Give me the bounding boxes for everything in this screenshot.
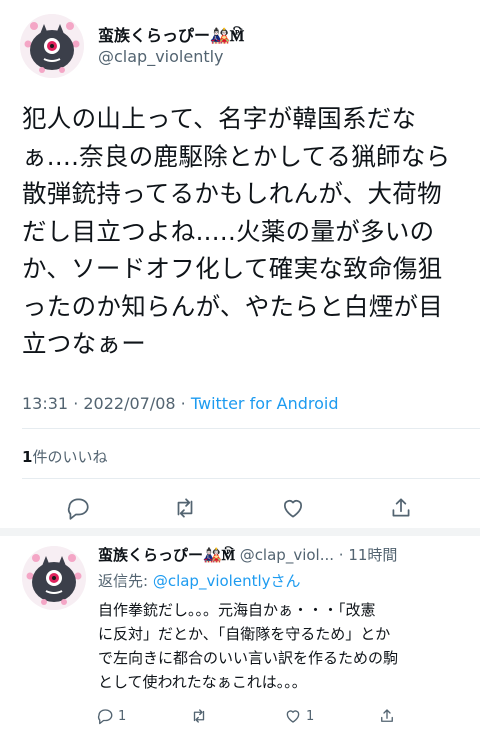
- divider: [22, 478, 480, 479]
- share-button[interactable]: [388, 495, 414, 521]
- share-icon: [392, 498, 410, 517]
- reply-share-button[interactable]: [378, 706, 396, 726]
- retweet-icon: [193, 709, 205, 723]
- reply-header: 蛮族くらっぴー🎎🕅 @clap_viol... · 11時間: [98, 544, 397, 565]
- reply-display-name[interactable]: 蛮族くらっぴー🎎🕅: [98, 546, 235, 564]
- heart-icon: [284, 500, 302, 518]
- reply-button[interactable]: [65, 495, 91, 521]
- reply-text: 自作拳銃だし。。。元海自かぁ・・・「改憲 に反対」だとか、「自衛隊を守るため」と…: [98, 601, 399, 691]
- heart-icon: [286, 710, 300, 723]
- tweet-text: 犯人の山上って、名字が韓国系だな ぁ....奈良の鹿駆除とかしてる猟師なら 散弾…: [22, 104, 451, 358]
- reply-avatar[interactable]: [22, 546, 86, 610]
- reply-icon: [67, 498, 89, 520]
- profile-avatar[interactable]: [20, 14, 84, 78]
- reply-to-suffix: さん: [270, 572, 301, 590]
- meta-separator: ·: [68, 394, 84, 413]
- like-button[interactable]: [280, 495, 306, 521]
- reply-to-handle[interactable]: @clap_violently: [153, 572, 271, 590]
- likes-label: 件のいいね: [32, 448, 108, 466]
- tweet-time[interactable]: 13:31: [22, 394, 68, 413]
- section-separator: [0, 528, 480, 536]
- reply-retweet-button[interactable]: [190, 706, 208, 726]
- retweet-icon: [177, 498, 193, 518]
- meta-separator: ·: [175, 394, 191, 413]
- tweet-date[interactable]: 2022/07/08: [83, 394, 175, 413]
- likes-count[interactable]: 1件のいいね: [22, 446, 107, 467]
- reply-like-button[interactable]: 1: [284, 706, 314, 726]
- display-name[interactable]: 蛮族くらっぴー🎎🕅: [98, 22, 244, 46]
- monster-avatar-icon: [20, 14, 84, 78]
- reply-reply-count: 1: [118, 708, 127, 724]
- monster-avatar-icon: [22, 546, 86, 610]
- reply-reply-button[interactable]: 1: [96, 706, 126, 726]
- reply-time[interactable]: · 11時間: [334, 546, 398, 564]
- reply-to-prefix: 返信先:: [98, 572, 153, 590]
- user-handle[interactable]: @clap_violently: [98, 47, 224, 66]
- retweet-button[interactable]: [172, 495, 198, 521]
- reply-to-line: 返信先: @clap_violentlyさん: [98, 570, 301, 591]
- reply-handle[interactable]: @clap_viol...: [240, 546, 334, 564]
- reply-like-count: 1: [306, 708, 315, 724]
- share-icon: [381, 709, 393, 722]
- reply-icon: [97, 709, 113, 725]
- tweet-source[interactable]: Twitter for Android: [191, 394, 339, 413]
- tweet-meta: 13:31 · 2022/07/08 · Twitter for Android: [22, 394, 339, 413]
- divider: [22, 428, 480, 429]
- likes-number: 1: [22, 448, 33, 466]
